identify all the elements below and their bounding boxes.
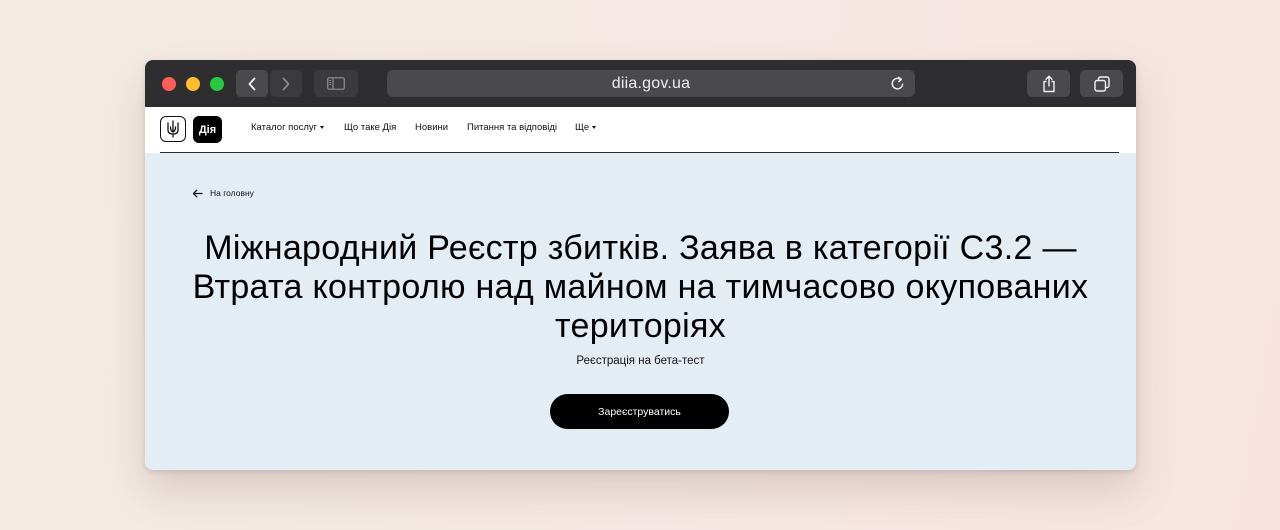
nav-item-label: Питання та відповіді	[467, 122, 558, 133]
sidebar-toggle-button[interactable]	[314, 70, 358, 97]
forward-button[interactable]	[270, 70, 302, 97]
nav-item-label: Що таке Дія	[344, 122, 397, 133]
minimize-window-button[interactable]	[186, 77, 200, 91]
close-window-button[interactable]	[162, 77, 176, 91]
sidebar-icon	[327, 77, 345, 90]
back-link-label: На головну	[210, 188, 254, 198]
caret-down-icon	[592, 126, 597, 129]
zoom-window-button[interactable]	[210, 77, 224, 91]
arrow-left-icon	[192, 189, 203, 197]
main-content: На головну Міжнародний Реєстр збитків. З…	[145, 153, 1136, 470]
page-title: Міжнародний Реєстр збитків. Заява в кате…	[192, 229, 1089, 345]
browser-window: diia.gov.ua Дія Каталог послуг Що таке Д…	[145, 60, 1136, 470]
tab-overview-button[interactable]	[1080, 70, 1123, 97]
page-subtitle: Реєстрація на бета-тест	[576, 355, 705, 367]
nav-item-news[interactable]: Новини	[415, 122, 448, 133]
trident-emblem-icon[interactable]	[160, 116, 186, 142]
diia-logo[interactable]: Дія	[193, 116, 222, 143]
nav-item-label: Ще	[575, 122, 590, 133]
address-url: diia.gov.ua	[611, 74, 691, 92]
nav-item-label: Новини	[415, 122, 449, 133]
chevron-right-icon	[282, 77, 290, 90]
address-bar[interactable]: diia.gov.ua	[387, 70, 915, 97]
reload-icon[interactable]	[889, 75, 906, 92]
caret-down-icon	[320, 126, 325, 129]
nav-item-what-is-diia[interactable]: Що таке Дія	[344, 122, 396, 133]
tabs-icon	[1093, 75, 1110, 92]
chevron-left-icon	[248, 77, 256, 90]
register-button[interactable]: Зареєструватись	[550, 394, 729, 429]
logo-text: Дія	[198, 123, 217, 136]
nav-item-faq[interactable]: Питання та відповіді	[467, 122, 557, 133]
share-button[interactable]	[1027, 70, 1070, 97]
trident-icon	[167, 120, 179, 138]
nav-item-services-catalog[interactable]: Каталог послуг	[251, 122, 325, 133]
nav-item-label: Каталог послуг	[251, 122, 318, 133]
share-icon	[1042, 75, 1055, 92]
nav-item-more[interactable]: Ще	[575, 122, 597, 133]
back-button[interactable]	[236, 70, 268, 97]
back-to-home-link[interactable]: На головну	[192, 188, 254, 198]
site-header: Дія Каталог послуг Що таке Дія Новини Пи…	[145, 107, 1136, 153]
browser-toolbar: diia.gov.ua	[145, 60, 1136, 108]
